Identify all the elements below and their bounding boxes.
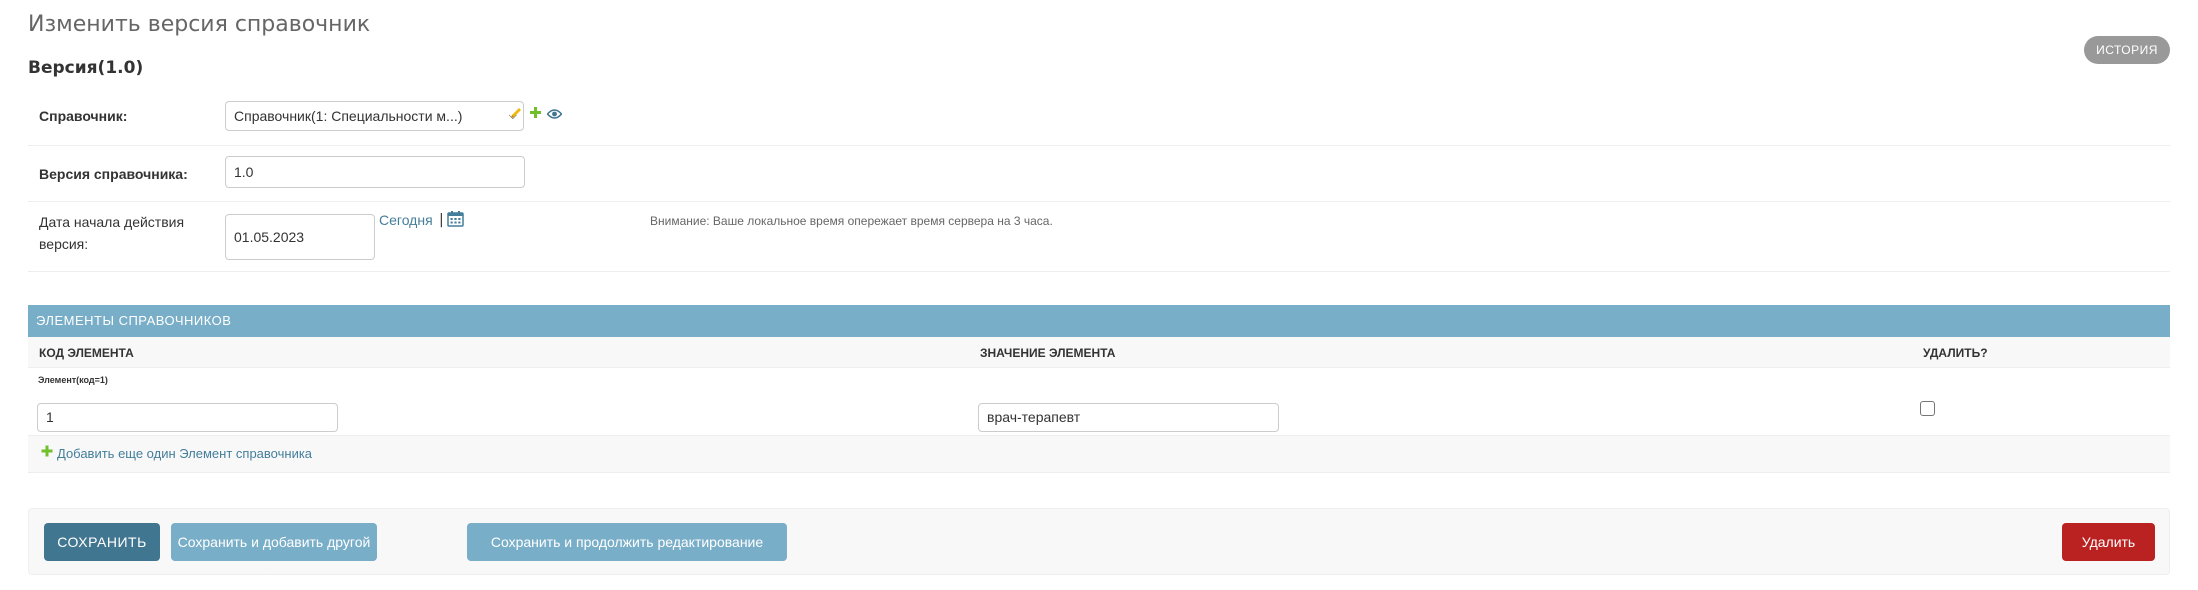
inline-row-title: Элемент(код=1): [38, 375, 108, 385]
column-header-code: Код элемента: [39, 346, 134, 360]
page-title: Изменить версия справочник: [28, 12, 371, 37]
date-shortcut-separator: |: [439, 212, 444, 228]
version-field-row: Версия справочника: 1.0: [28, 146, 2170, 202]
version-label: Версия справочника:: [39, 166, 188, 182]
inline-row: Элемент(код=1) 1 врач-терапевт: [28, 368, 2170, 436]
inline-column-headers: Код элемента Значение элемента Удалить?: [28, 337, 2170, 368]
column-header-delete: Удалить?: [1923, 346, 1988, 360]
reference-label: Справочник:: [39, 108, 128, 124]
save-button[interactable]: Сохранить: [44, 523, 160, 561]
element-value-input[interactable]: врач-терапевт: [978, 403, 1279, 432]
inline-group-title: Элементы справочников: [28, 305, 2170, 337]
save-continue-button[interactable]: Сохранить и продолжить редактирование: [467, 523, 787, 561]
timezone-warning: Внимание: Ваше локальное время опережает…: [650, 214, 1053, 228]
delete-checkbox[interactable]: [1920, 401, 1935, 416]
column-header-value: Значение элемента: [980, 346, 1116, 360]
reference-select[interactable]: Справочник(1: Специальности м...) ⌵: [225, 101, 524, 131]
date-field-row: Дата начала действия версия: 01.05.2023 …: [28, 202, 2170, 272]
plus-icon: [41, 444, 53, 462]
date-label-line1: Дата начала действия: [39, 214, 185, 230]
today-link[interactable]: Сегодня: [379, 212, 433, 228]
date-label-line2: версия:: [39, 236, 89, 252]
add-related-icon[interactable]: [529, 105, 542, 123]
element-code-input[interactable]: 1: [37, 403, 338, 432]
eye-icon[interactable]: [546, 106, 563, 124]
add-inline-row[interactable]: Добавить еще один Элемент справочника: [28, 436, 2170, 473]
history-button[interactable]: История: [2084, 36, 2170, 64]
date-input[interactable]: 01.05.2023: [225, 214, 375, 260]
version-input[interactable]: 1.0: [225, 156, 525, 188]
calendar-icon[interactable]: [447, 210, 464, 227]
submit-row: Сохранить Сохранить и добавить другой об…: [28, 508, 2170, 588]
pencil-icon[interactable]: [509, 106, 523, 124]
inline-elements-group: Элементы справочников Код элемента Значе…: [28, 305, 2170, 473]
reference-field-row: Справочник: Справочник(1: Специальности …: [28, 88, 2170, 146]
version-heading: Версия(1.0): [28, 58, 144, 78]
add-inline-link[interactable]: Добавить еще один Элемент справочника: [57, 446, 312, 461]
save-add-another-button[interactable]: Сохранить и добавить другой объект: [171, 523, 377, 588]
delete-button[interactable]: Удалить: [2062, 523, 2155, 561]
reference-select-value: Справочник(1: Специальности м...): [234, 108, 463, 124]
